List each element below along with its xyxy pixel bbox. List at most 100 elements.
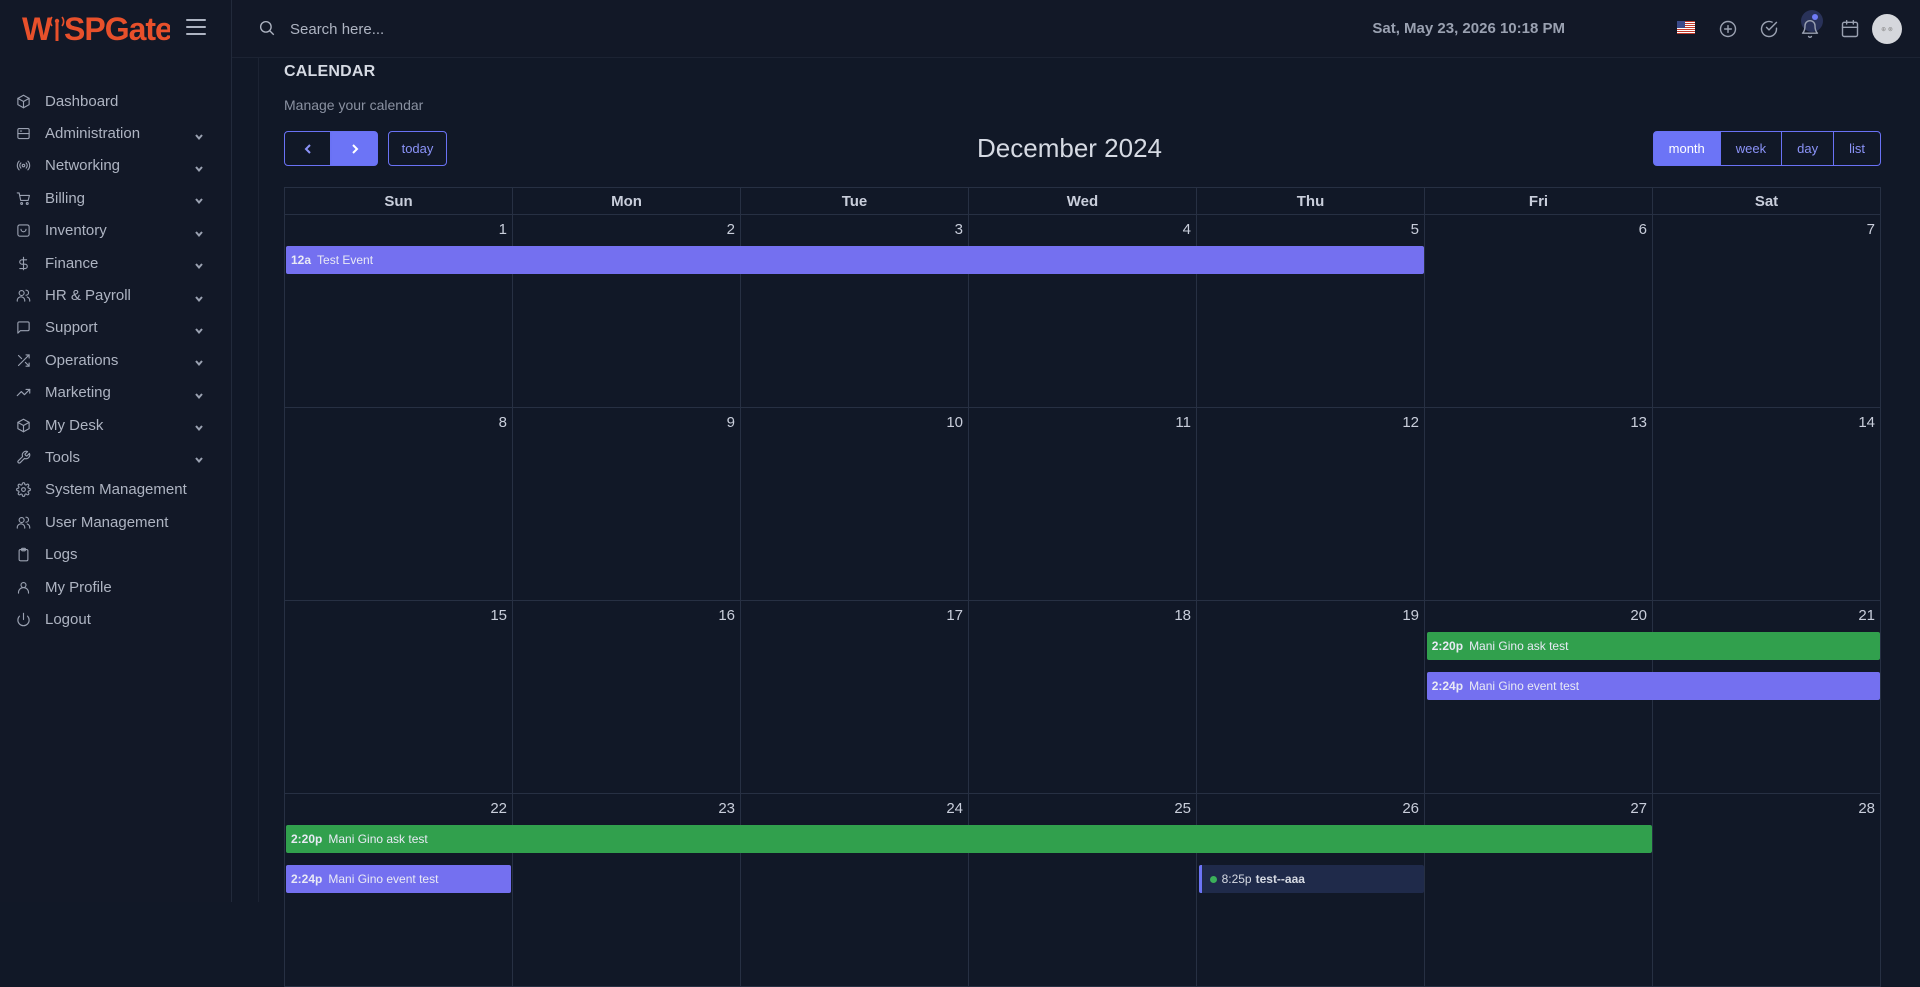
day-number[interactable]: 5 [1411,221,1419,238]
day-cell[interactable]: 23 [513,794,741,986]
sidebar-item-my-desk[interactable]: My Desk [0,409,232,441]
sidebar-item-my-profile[interactable]: My Profile [0,571,232,603]
check-circle-icon[interactable] [1758,18,1780,40]
sidebar-item-tools[interactable]: Tools [0,441,232,473]
sidebar-item-operations[interactable]: Operations [0,344,232,376]
day-number[interactable]: 13 [1630,414,1647,431]
day-cell[interactable]: 3 [741,215,969,407]
day-cell[interactable]: 27 [1425,794,1653,986]
view-list-button[interactable]: list [1834,131,1881,166]
day-cell[interactable]: 12 [1197,408,1425,600]
day-number[interactable]: 24 [946,800,963,817]
day-cell[interactable]: 2 [513,215,741,407]
calendar-event[interactable]: 12a Test Event [286,246,1424,274]
day-number[interactable]: 10 [946,414,963,431]
sidebar-item-label: Finance [45,254,99,272]
us-flag-icon[interactable] [1677,21,1695,34]
day-cell[interactable]: 24 [741,794,969,986]
weekday-sun: Sun [284,188,513,214]
day-number[interactable]: 1 [499,221,507,238]
day-cell[interactable]: 1 [284,215,513,407]
sidebar-item-hr-payroll[interactable]: HR & Payroll [0,279,232,311]
cart-icon [15,190,31,206]
day-number[interactable]: 16 [718,607,735,624]
day-cell[interactable]: 7 [1653,215,1881,407]
bell-icon[interactable] [1799,18,1821,40]
event-time: 8:25p [1221,872,1252,886]
day-number[interactable]: 14 [1858,414,1875,431]
sidebar-item-label: Networking [45,157,121,175]
dollar-icon [15,255,31,271]
calendar-event[interactable]: 2:20p Mani Gino ask test [1426,632,1880,660]
day-cell[interactable]: 5 [1197,215,1425,407]
day-number[interactable]: 4 [1183,221,1191,238]
sidebar-item-inventory[interactable]: Inventory [0,215,232,247]
day-cell[interactable]: 11 [969,408,1197,600]
view-switcher: month week day list [1652,131,1881,166]
app-logo[interactable]: W SPGate [22,2,170,56]
day-number[interactable]: 25 [1174,800,1191,817]
add-circle-icon[interactable] [1717,18,1739,40]
day-number[interactable]: 2 [727,221,735,238]
sidebar-item-support[interactable]: Support [0,312,232,344]
day-number[interactable]: 27 [1630,800,1647,817]
sidebar-item-user-management[interactable]: User Management [0,506,232,538]
day-number[interactable]: 21 [1858,607,1875,624]
day-cell[interactable]: 13 [1425,408,1653,600]
day-cell[interactable]: 28 [1653,794,1881,986]
calendar-event[interactable]: 8:25p test--aaa [1198,865,1424,893]
day-number[interactable]: 22 [490,800,507,817]
day-number[interactable]: 15 [490,607,507,624]
day-cell[interactable]: 8 [284,408,513,600]
sidebar-item-logout[interactable]: Logout [0,603,232,635]
sidebar-item-logs[interactable]: Logs [0,538,232,570]
day-number[interactable]: 28 [1858,800,1875,817]
calendar-icon[interactable] [1839,18,1861,40]
day-number[interactable]: 12 [1402,414,1419,431]
sidebar-item-billing[interactable]: Billing [0,182,232,214]
sidebar-item-dashboard[interactable]: Dashboard [0,85,232,117]
calendar-event[interactable]: 2:24p Mani Gino event test [1426,672,1880,700]
user-avatar[interactable]: ⊕ ⊗ [1872,14,1902,44]
sidebar-item-marketing[interactable]: Marketing [0,377,232,409]
chevron-down-icon [194,193,204,205]
sidebar-item-finance[interactable]: Finance [0,247,232,279]
event-title: Mani Gino ask test [1469,639,1569,653]
day-cell[interactable]: 15 [284,601,513,793]
day-number[interactable]: 6 [1639,221,1647,238]
view-day-button[interactable]: day [1782,131,1835,166]
day-cell[interactable]: 25 [969,794,1197,986]
day-number[interactable]: 26 [1402,800,1419,817]
calendar-event[interactable]: 2:24p Mani Gino event test [286,865,512,893]
sidebar-item-networking[interactable]: Networking [0,150,232,182]
day-cell[interactable]: 14 [1653,408,1881,600]
sidebar-item-system-management[interactable]: System Management [0,474,232,506]
day-number[interactable]: 18 [1174,607,1191,624]
day-cell[interactable]: 4 [969,215,1197,407]
day-number[interactable]: 9 [727,414,735,431]
calendar-event[interactable]: 2:20p Mani Gino ask test [286,825,1652,853]
day-number[interactable]: 19 [1402,607,1419,624]
day-number[interactable]: 23 [718,800,735,817]
day-number[interactable]: 17 [946,607,963,624]
view-week-button[interactable]: week [1720,131,1783,166]
wrench-icon [15,449,31,465]
day-cell[interactable]: 6 [1425,215,1653,407]
day-cell[interactable]: 9 [513,408,741,600]
day-number[interactable]: 7 [1867,221,1875,238]
day-number[interactable]: 20 [1630,607,1647,624]
day-cell[interactable]: 17 [741,601,969,793]
sidebar-item-administration[interactable]: Administration [0,117,232,149]
day-cell[interactable]: 10 [741,408,969,600]
day-cell[interactable]: 19 [1197,601,1425,793]
day-cell[interactable]: 18 [969,601,1197,793]
search-input[interactable] [290,17,690,41]
view-month-button[interactable]: month [1652,131,1721,166]
day-number[interactable]: 3 [955,221,963,238]
day-number[interactable]: 8 [499,414,507,431]
day-number[interactable]: 11 [1175,414,1191,431]
shuffle-icon [15,352,31,368]
day-cell[interactable]: 16 [513,601,741,793]
sidebar-toggle-button[interactable] [186,19,206,35]
archive-icon [15,223,31,239]
